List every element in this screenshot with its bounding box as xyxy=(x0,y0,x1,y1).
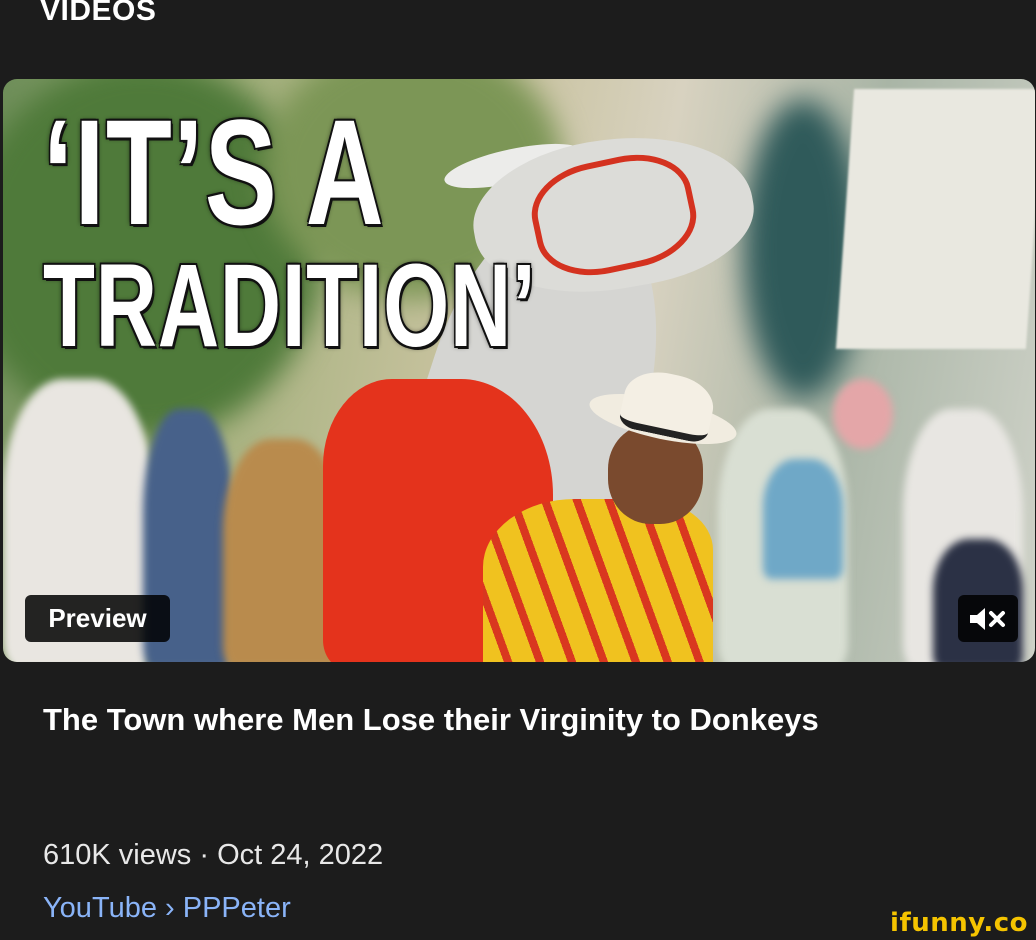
volume-muted-icon xyxy=(970,607,1005,630)
site-watermark: ifunny.co xyxy=(890,908,1028,938)
thumbnail-headline: ‘IT’S A TRADITION’ xyxy=(43,97,536,365)
section-title: VIDEOS xyxy=(40,0,157,27)
thumbnail-headline-line2: TRADITION’ xyxy=(43,240,537,372)
mute-button[interactable] xyxy=(958,595,1018,642)
video-source-link[interactable]: YouTube › PPPeter xyxy=(43,892,291,925)
video-meta: 610K views · Oct 24, 2022 xyxy=(43,839,384,871)
video-title[interactable]: The Town where Men Lose their Virginity … xyxy=(43,702,819,738)
thumbnail-headline-line1: ‘IT’S A xyxy=(43,88,386,256)
preview-badge: Preview xyxy=(25,595,170,642)
video-thumbnail[interactable]: ‘IT’S A TRADITION’ Preview xyxy=(3,79,1035,662)
